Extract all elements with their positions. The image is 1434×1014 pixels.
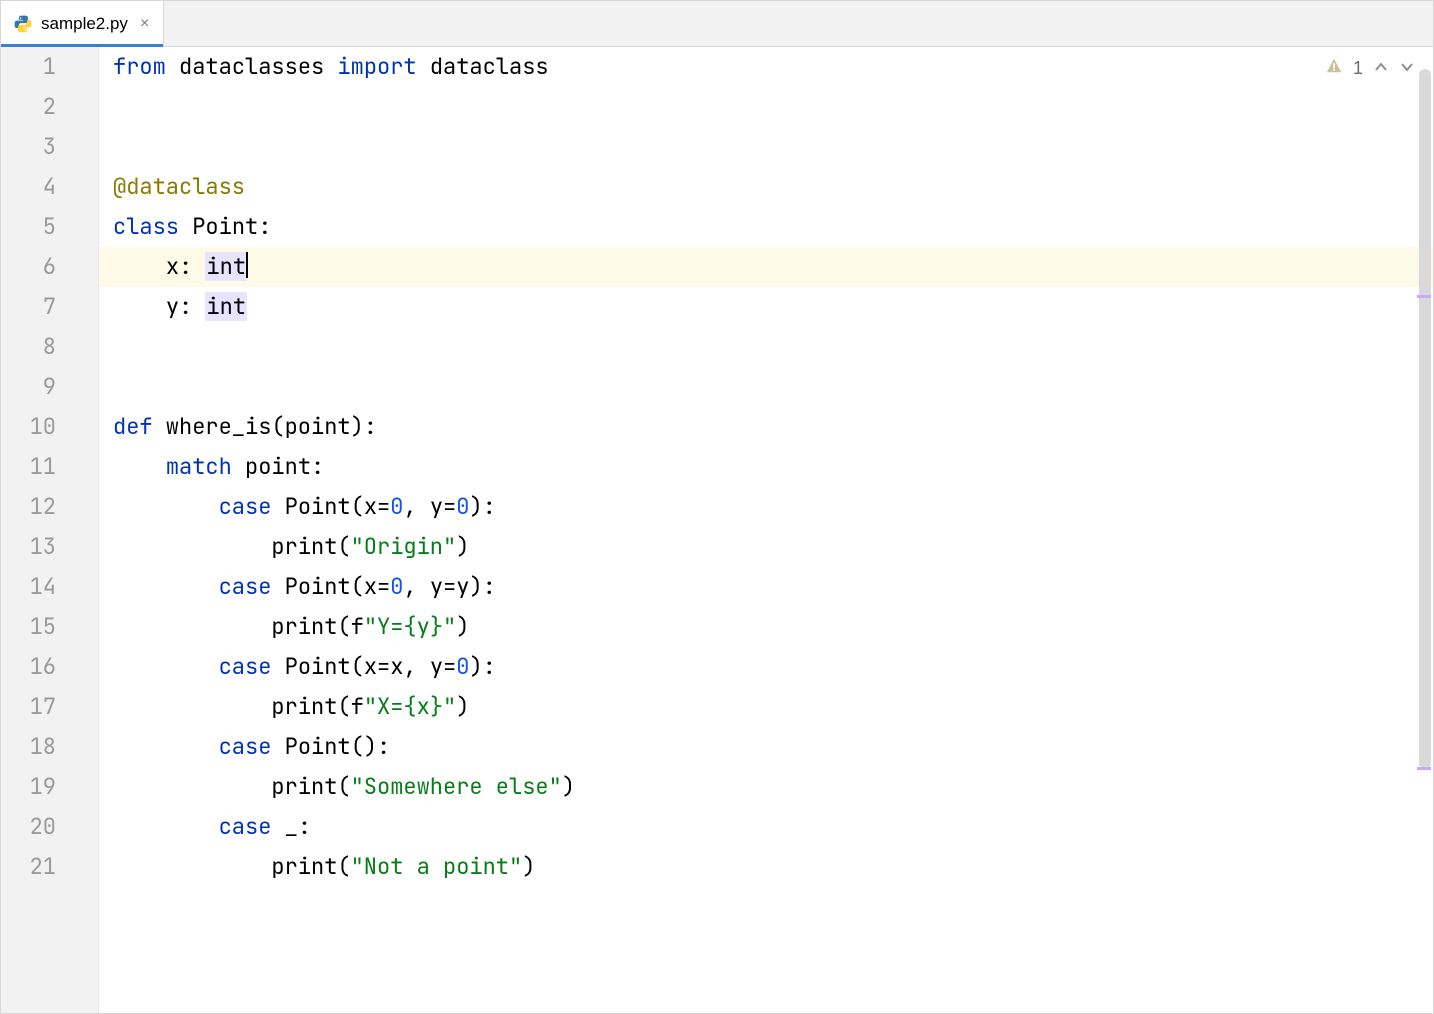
code-line[interactable]: from dataclasses import dataclass (99, 47, 1433, 87)
line-number[interactable]: 1 (1, 47, 98, 87)
code-line[interactable]: case Point(x=0, y=y): (99, 567, 1433, 607)
code-line[interactable]: match point: (99, 447, 1433, 487)
code-line[interactable] (99, 127, 1433, 167)
line-number[interactable]: 3 (1, 127, 98, 167)
scroll-marker[interactable] (1417, 767, 1431, 770)
code-area[interactable]: 1 from dataclasses import dataclass @dat… (99, 47, 1433, 1013)
line-number[interactable]: 11 (1, 447, 98, 487)
line-number[interactable]: 14 (1, 567, 98, 607)
line-number[interactable]: 18 (1, 727, 98, 767)
line-number[interactable]: 15 (1, 607, 98, 647)
file-tab[interactable]: sample2.py × (1, 1, 164, 46)
line-number[interactable]: 2 (1, 87, 98, 127)
code-line[interactable]: print(f"X={x}") (99, 687, 1433, 727)
scrollbar[interactable] (1419, 57, 1431, 1003)
code-line[interactable] (99, 367, 1433, 407)
editor: 1 2 3 4 5 6 7 8 9 10 11 12 13 14 15 16 1… (1, 47, 1433, 1013)
line-number[interactable]: 16 (1, 647, 98, 687)
line-number[interactable]: 9 (1, 367, 98, 407)
scroll-marker[interactable] (1417, 295, 1431, 298)
code-line[interactable]: y: int (99, 287, 1433, 327)
code-lines: from dataclasses import dataclass @datac… (99, 47, 1433, 887)
tab-filename: sample2.py (41, 14, 128, 34)
line-number[interactable]: 19 (1, 767, 98, 807)
line-number[interactable]: 7 (1, 287, 98, 327)
line-number[interactable]: 21 (1, 847, 98, 887)
scrollbar-thumb[interactable] (1419, 69, 1431, 769)
code-line[interactable]: @dataclass (99, 167, 1433, 207)
line-number[interactable]: 13 (1, 527, 98, 567)
text-caret (246, 252, 248, 278)
tab-bar: sample2.py × (1, 1, 1433, 47)
ide-window: sample2.py × 1 2 3 4 5 6 7 8 9 10 11 12 … (0, 0, 1434, 1014)
code-line[interactable]: print(f"Y={y}") (99, 607, 1433, 647)
line-number[interactable]: 20 (1, 807, 98, 847)
code-line[interactable]: case _: (99, 807, 1433, 847)
code-line[interactable]: def where_is(point): (99, 407, 1433, 447)
close-icon[interactable]: × (140, 15, 149, 33)
code-line[interactable] (99, 327, 1433, 367)
code-line[interactable]: print("Origin") (99, 527, 1433, 567)
code-line[interactable]: case Point(): (99, 727, 1433, 767)
line-number[interactable]: 12 (1, 487, 98, 527)
line-number[interactable]: 10 (1, 407, 98, 447)
code-line[interactable]: x: int (99, 247, 1433, 287)
code-line[interactable] (99, 87, 1433, 127)
line-number[interactable]: 6 (1, 247, 98, 287)
line-number[interactable]: 17 (1, 687, 98, 727)
line-number[interactable]: 5 (1, 207, 98, 247)
code-line[interactable]: case Point(x=0, y=0): (99, 487, 1433, 527)
python-file-icon (13, 14, 33, 34)
code-line[interactable]: case Point(x=x, y=0): (99, 647, 1433, 687)
code-line[interactable]: print("Somewhere else") (99, 767, 1433, 807)
code-line[interactable]: print("Not a point") (99, 847, 1433, 887)
gutter: 1 2 3 4 5 6 7 8 9 10 11 12 13 14 15 16 1… (1, 47, 99, 1013)
line-number[interactable]: 8 (1, 327, 98, 367)
code-line[interactable]: class Point: (99, 207, 1433, 247)
line-number[interactable]: 4 (1, 167, 98, 207)
